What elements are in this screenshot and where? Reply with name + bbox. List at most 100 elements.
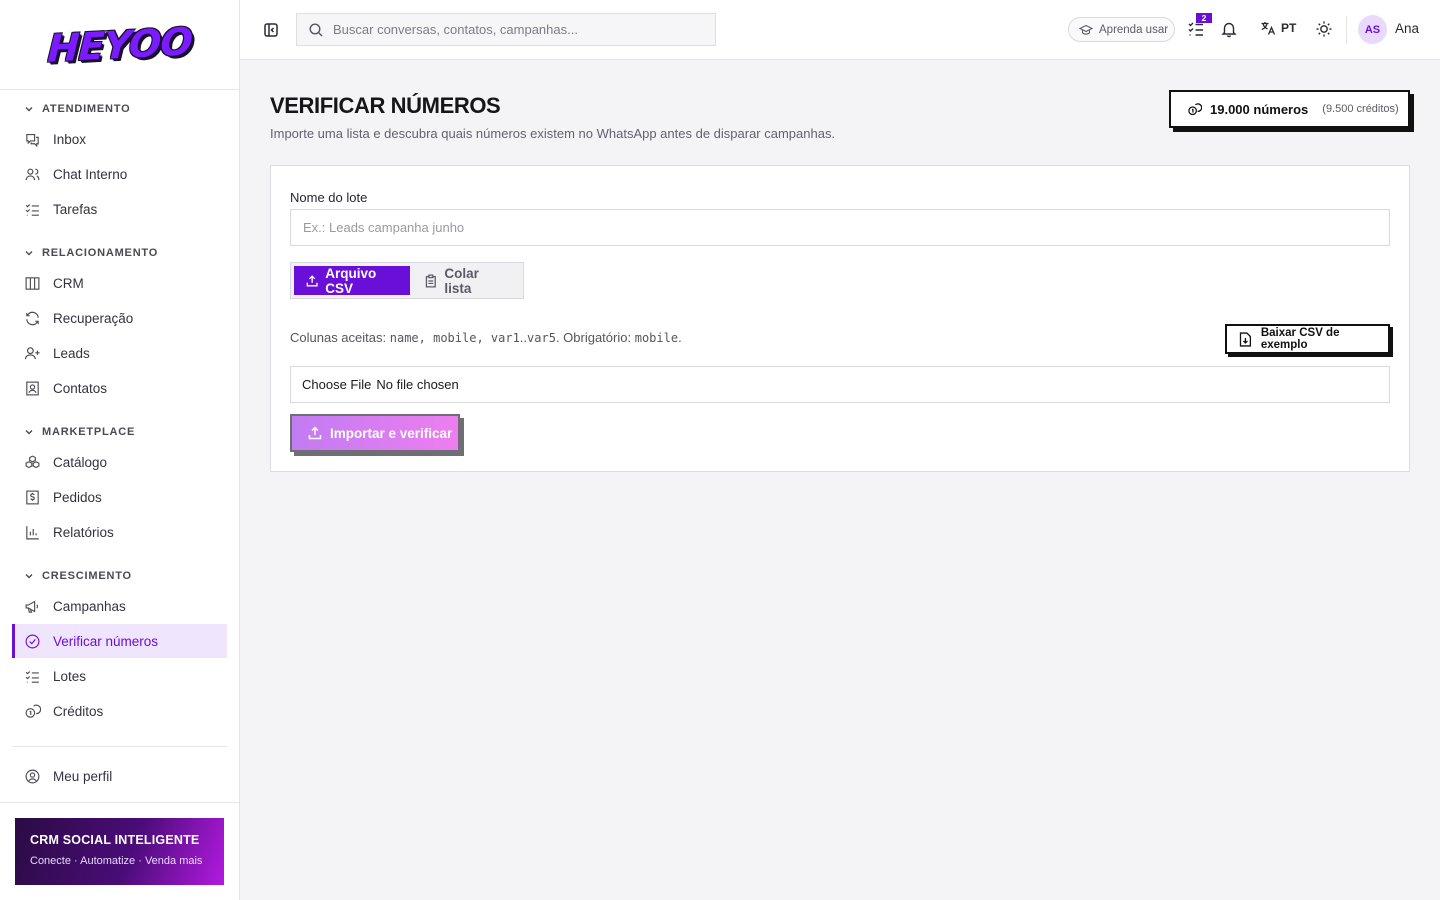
import-verify-button[interactable]: Importar e verificar xyxy=(290,414,460,452)
sidebar-item-leads[interactable]: Leads xyxy=(12,336,227,370)
sidebar-item-meu-perfil[interactable]: Meu perfil xyxy=(12,759,227,793)
megaphone-icon xyxy=(25,600,39,613)
section-crescimento[interactable]: CRESCIMENTO xyxy=(12,564,227,588)
batch-name-input[interactable] xyxy=(290,209,1390,246)
accepted-range: .. xyxy=(519,330,528,345)
sidebar-item-contatos[interactable]: Contatos xyxy=(12,371,227,405)
section-title-label: CRESCIMENTO xyxy=(42,570,132,582)
accepted-last-column: var5 xyxy=(527,331,556,345)
top-bar: Aprenda usar 2 PT AS Ana xyxy=(240,0,1440,60)
accepted-prefix: Colunas aceitas: xyxy=(290,330,387,345)
translate-icon xyxy=(1261,22,1276,35)
sidebar-item-label: Leads xyxy=(53,345,90,361)
promo-subtitle: Conecte · Automatize · Venda mais xyxy=(30,855,203,867)
sun-icon[interactable] xyxy=(1315,20,1333,38)
promo-title: CRM SOCIAL INTELIGENTE xyxy=(30,833,200,847)
users-icon xyxy=(25,168,40,180)
section-relacionamento[interactable]: RELACIONAMENTO xyxy=(12,241,227,265)
search-bar[interactable] xyxy=(296,13,716,46)
sidebar-item-label: Catálogo xyxy=(53,454,108,470)
section-marketplace[interactable]: MARKETPLACE xyxy=(12,420,227,444)
credits-badge: 19.000 números (9.500 créditos) xyxy=(1169,90,1410,128)
sidebar-item-crm[interactable]: CRM xyxy=(12,266,227,300)
batch-name-label: Nome do lote xyxy=(290,190,368,205)
search-input[interactable] xyxy=(333,22,693,37)
tasks-badge: 2 xyxy=(1196,13,1212,23)
sidebar-item-verificar-numeros[interactable]: Verificar números xyxy=(12,624,227,658)
chevron-down-icon xyxy=(25,251,33,256)
logo-area: HEYOO xyxy=(0,0,239,90)
columns-icon xyxy=(25,276,40,290)
sidebar-item-creditos[interactable]: Créditos xyxy=(12,694,227,728)
receipt-dollar-icon xyxy=(26,490,39,504)
submit-label: Importar e verificar xyxy=(330,425,453,441)
sidebar-item-catalogo[interactable]: Catálogo xyxy=(12,445,227,479)
file-input[interactable]: Choose File No file chosen xyxy=(290,366,1390,403)
user-circle-icon xyxy=(25,769,40,783)
sidebar-item-label: Lotes xyxy=(53,668,87,684)
tab-label: Colar lista xyxy=(444,265,479,296)
choose-file-button[interactable]: Choose File xyxy=(302,377,371,392)
required-column: mobile xyxy=(634,331,679,345)
section-title-label: ATENDIMENTO xyxy=(42,103,131,115)
sidebar-item-recuperacao[interactable]: Recuperação xyxy=(12,301,227,335)
source-tabs: Arquivo CSV Colar lista xyxy=(290,262,524,299)
refresh-icon xyxy=(26,311,39,325)
accepted-columns-note: Colunas aceitas: name, mobile, var1..var… xyxy=(290,330,682,345)
sidebar-toggle-icon[interactable] xyxy=(262,21,280,39)
learn-button[interactable]: Aprenda usar xyxy=(1068,17,1175,42)
sidebar-item-label: Créditos xyxy=(53,703,104,719)
chevron-down-icon xyxy=(25,430,33,435)
page-subtitle: Importe uma lista e descubra quais númer… xyxy=(270,126,836,141)
upload-icon xyxy=(308,426,322,440)
chevron-down-icon xyxy=(25,574,33,579)
sidebar-item-relatorios[interactable]: Relatórios xyxy=(12,515,227,549)
user-name[interactable]: Ana xyxy=(1395,21,1419,36)
upload-icon xyxy=(306,274,318,286)
list-checks-icon xyxy=(25,670,39,683)
sidebar-item-inbox[interactable]: Inbox xyxy=(12,122,227,156)
coins-icon xyxy=(25,704,41,718)
sidebar-item-label: Recuperação xyxy=(53,310,134,326)
nav-divider xyxy=(12,746,227,747)
sidebar-item-label: Campanhas xyxy=(53,598,126,614)
sidebar-item-label: Chat Interno xyxy=(53,166,128,182)
sidebar-item-pedidos[interactable]: Pedidos xyxy=(12,480,227,514)
language-label: PT xyxy=(1281,21,1297,35)
required-suffix: . xyxy=(678,330,682,345)
sidebar-item-campanhas[interactable]: Campanhas xyxy=(12,589,227,623)
sidebar-item-chat-interno[interactable]: Chat Interno xyxy=(12,157,227,191)
sidebar-item-label: Verificar números xyxy=(53,633,159,649)
sidebar-item-label: CRM xyxy=(53,275,84,291)
promo-banner[interactable]: CRM SOCIAL INTELIGENTE Conecte · Automat… xyxy=(15,818,224,885)
main-content: VERIFICAR NÚMEROS Importe uma lista e de… xyxy=(240,60,1440,900)
sidebar-item-tarefas[interactable]: Tarefas xyxy=(12,192,227,226)
sidebar-item-lotes[interactable]: Lotes xyxy=(12,659,227,693)
page-title: VERIFICAR NÚMEROS xyxy=(270,93,501,118)
bar-chart-icon xyxy=(26,525,39,539)
sidebar-item-label: Relatórios xyxy=(53,524,114,540)
language-switcher[interactable]: PT xyxy=(1260,20,1296,36)
brand-logo[interactable]: HEYOO xyxy=(46,19,192,70)
tab-label: Arquivo CSV xyxy=(325,265,377,296)
section-title-label: RELACIONAMENTO xyxy=(42,247,159,259)
avatar[interactable]: AS xyxy=(1358,15,1387,44)
tab-paste-list[interactable]: Colar lista xyxy=(412,265,520,296)
sidebar-divider xyxy=(0,802,239,803)
download-sample-csv-button[interactable]: Baixar CSV de exemplo xyxy=(1225,324,1390,354)
sidebar-nav: ATENDIMENTO Inbox Chat Interno Tarefas R… xyxy=(0,90,239,793)
section-atendimento[interactable]: ATENDIMENTO xyxy=(12,97,227,121)
sidebar: HEYOO ATENDIMENTO Inbox Chat Interno Tar… xyxy=(0,0,240,900)
check-circle-icon xyxy=(25,634,40,648)
bell-icon[interactable] xyxy=(1220,20,1238,38)
graduation-cap-icon xyxy=(1079,24,1093,35)
tab-csv-file[interactable]: Arquivo CSV xyxy=(294,265,410,296)
search-icon xyxy=(309,22,323,36)
boxes-icon xyxy=(25,454,40,468)
sidebar-item-label: Meu perfil xyxy=(53,768,113,784)
credits-numbers: 19.000 números xyxy=(1210,101,1309,117)
learn-label: Aprenda usar xyxy=(1099,23,1169,36)
credits-amount: (9.500 créditos) xyxy=(1322,103,1399,115)
file-download-icon xyxy=(1239,331,1252,347)
section-title-label: MARKETPLACE xyxy=(42,426,136,438)
